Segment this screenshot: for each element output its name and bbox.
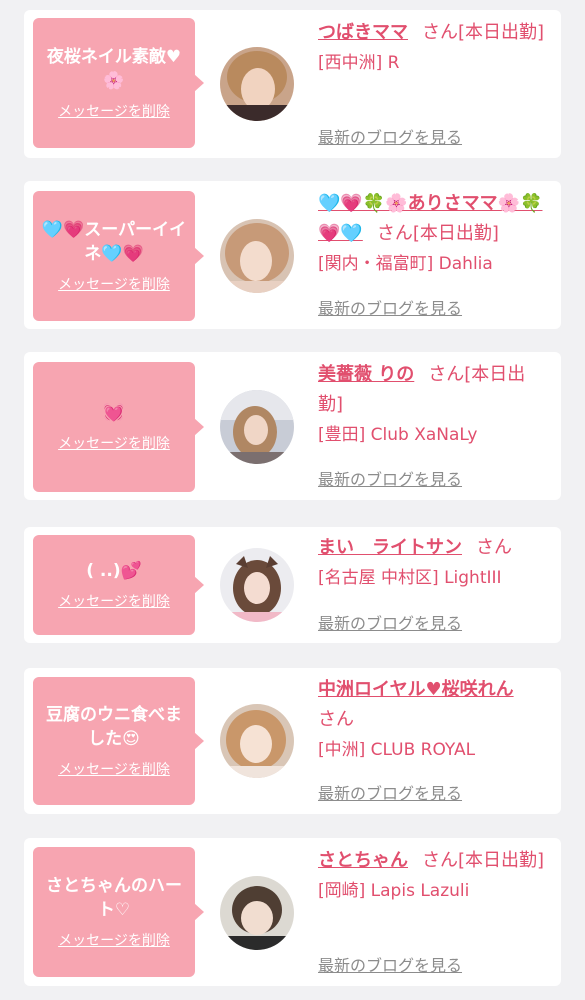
avatar[interactable] (220, 390, 294, 464)
list-item: さとちゃんのハート♡ メッセージを削除 さとちゃん さん[本日出勤] [岡崎] L… (24, 838, 561, 986)
list-item: 夜桜ネイル素敵♥🌸 メッセージを削除 つばきママ さん[本日出勤] [西中洲] R… (24, 10, 561, 158)
avatar[interactable] (220, 704, 294, 778)
honorific: さん (422, 850, 458, 871)
message-text: 💓 (103, 403, 125, 423)
message-bubble: 💓 メッセージを削除 (33, 362, 204, 492)
profile-name-link[interactable]: さとちゃん (318, 850, 408, 871)
location-text: [関内・福富町] Dahlia (318, 254, 493, 274)
avatar[interactable] (220, 876, 294, 950)
avatar[interactable] (220, 47, 294, 121)
profile-info: 美薔薇 りの さん[本日出勤] [豊田] Club XaNaLy (318, 360, 548, 450)
blog-link[interactable]: 最新のブログを見る (318, 295, 462, 319)
avatar[interactable] (220, 219, 294, 293)
message-bubble: さとちゃんのハート♡ メッセージを削除 (33, 847, 204, 977)
honorific: さん (376, 223, 413, 244)
message-bubble: 🩵💗スーパーイイネ🩵💗 メッセージを削除 (33, 191, 204, 321)
status-text: [本日出勤] (412, 223, 499, 244)
list-item: 💓 メッセージを削除 美薔薇 りの さん[本日出勤] [豊田] Club XaNa… (24, 352, 561, 500)
blog-link[interactable]: 最新のブログを見る (318, 124, 462, 148)
message-bubble: ( ..)💕 メッセージを削除 (33, 535, 204, 635)
profile-info: 中洲ロイヤル♥桜咲れん さん [中洲] CLUB ROYAL (318, 675, 548, 765)
delete-message-link[interactable]: メッセージを削除 (58, 274, 170, 294)
message-text: さとちゃんのハート♡ (46, 876, 182, 920)
status-text: [本日出勤] (458, 850, 545, 871)
location-text: [豊田] Club XaNaLy (318, 425, 478, 445)
profile-info: つばきママ さん[本日出勤] [西中洲] R (318, 18, 548, 78)
honorific: さん (428, 364, 465, 385)
profile-name-link[interactable]: まい ライトサン (318, 537, 462, 558)
delete-message-link[interactable]: メッセージを削除 (58, 930, 170, 950)
blog-link[interactable]: 最新のブログを見る (318, 952, 462, 976)
profile-name-link[interactable]: つばきママ (318, 22, 408, 43)
profile-info: 🩵💗🍀🌸ありさママ🌸🍀💗🩵 さん[本日出勤] [関内・福富町] Dahlia (318, 189, 548, 279)
honorific: さん (476, 537, 512, 558)
message-bubble: 豆腐のウニ食べました😍 メッセージを削除 (33, 677, 204, 805)
message-list: 夜桜ネイル素敵♥🌸 メッセージを削除 つばきママ さん[本日出勤] [西中洲] R… (0, 0, 585, 1000)
blog-link[interactable]: 最新のブログを見る (318, 610, 462, 634)
list-item: 豆腐のウニ食べました😍 メッセージを削除 中洲ロイヤル♥桜咲れん さん [中洲]… (24, 668, 561, 814)
blog-link[interactable]: 最新のブログを見る (318, 466, 462, 490)
profile-info: まい ライトサン さん [名古屋 中村区] LightIII (318, 533, 548, 593)
location-text: [名古屋 中村区] LightIII (318, 568, 502, 588)
message-text: ( ..)💕 (86, 561, 142, 581)
profile-name-link[interactable]: 中洲ロイヤル♥桜咲れん (318, 679, 514, 700)
message-text: 豆腐のウニ食べました😍 (46, 705, 182, 749)
profile-info: さとちゃん さん[本日出勤] [岡崎] Lapis Lazuli (318, 846, 548, 906)
delete-message-link[interactable]: メッセージを削除 (58, 591, 170, 611)
message-bubble: 夜桜ネイル素敵♥🌸 メッセージを削除 (33, 18, 204, 148)
delete-message-link[interactable]: メッセージを削除 (58, 433, 170, 453)
location-text: [中洲] CLUB ROYAL (318, 740, 476, 760)
location-text: [岡崎] Lapis Lazuli (318, 881, 470, 901)
list-item: ( ..)💕 メッセージを削除 まい ライトサン さん [名古屋 中村区] Lig… (24, 527, 561, 643)
delete-message-link[interactable]: メッセージを削除 (58, 759, 170, 779)
list-item: 🩵💗スーパーイイネ🩵💗 メッセージを削除 🩵💗🍀🌸ありさママ🌸🍀💗🩵 さん[本日出… (24, 181, 561, 329)
honorific: さん (422, 22, 458, 43)
message-text: 🩵💗スーパーイイネ🩵💗 (41, 220, 187, 264)
location-text: [西中洲] R (318, 53, 400, 73)
profile-name-link[interactable]: 美薔薇 りの (318, 364, 414, 385)
blog-link[interactable]: 最新のブログを見る (318, 780, 462, 804)
avatar[interactable] (220, 548, 294, 622)
message-text: 夜桜ネイル素敵♥🌸 (46, 47, 182, 91)
delete-message-link[interactable]: メッセージを削除 (58, 101, 170, 121)
honorific: さん (318, 709, 354, 730)
status-text: [本日出勤] (458, 22, 545, 43)
